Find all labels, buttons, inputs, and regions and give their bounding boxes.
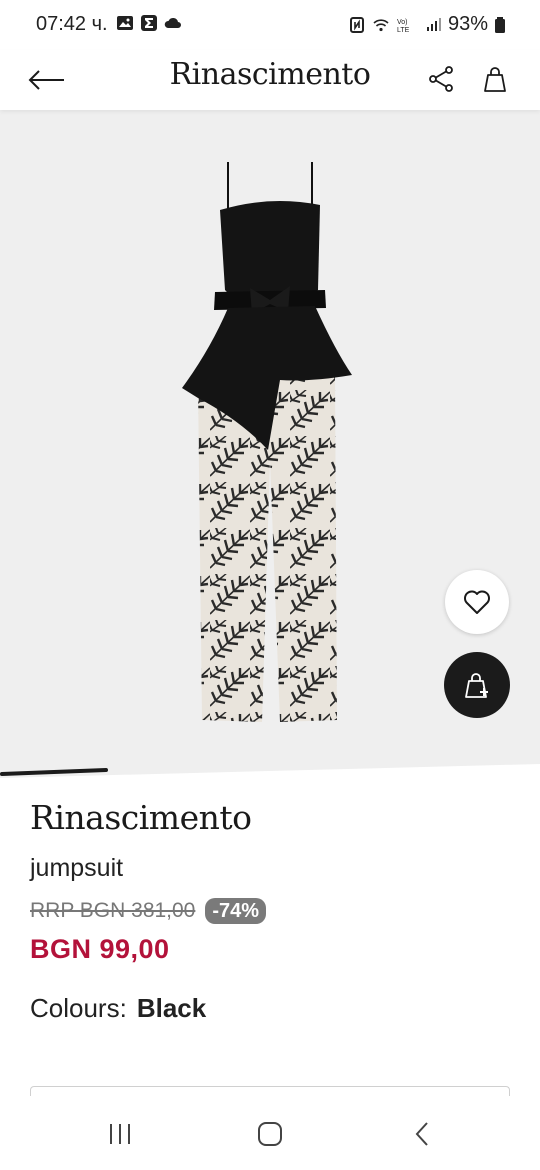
system-nav-bar (0, 1096, 540, 1170)
add-to-bag-icon (465, 673, 488, 698)
sigma-notification-icon (141, 15, 157, 31)
rrp-price: RRP BGN 381,00 (30, 899, 196, 922)
discount-badge: -74% (205, 898, 267, 924)
product-image[interactable] (170, 160, 370, 725)
battery-percent: 93% (447, 13, 488, 35)
home-button[interactable] (248, 1116, 292, 1152)
product-gallery[interactable] (0, 110, 540, 778)
share-icon (429, 66, 453, 92)
gallery-progress-indicator (0, 764, 540, 778)
nfc-icon (349, 16, 364, 33)
recents-icon (110, 1124, 130, 1144)
status-time: 07:42 ч. (36, 13, 108, 35)
gallery-progress-fill (0, 768, 108, 776)
colour-value: Black (136, 993, 207, 1023)
price-row: RRP BGN 381,00 -74% (30, 898, 267, 924)
shopping-bag-button[interactable] (478, 62, 512, 96)
gallery-notification-icon (117, 16, 133, 30)
svg-text:Vo): Vo) (397, 19, 408, 26)
status-left-icons (116, 14, 182, 32)
back-chevron-icon (415, 1122, 428, 1146)
sale-price: BGN 99,00 (30, 934, 170, 964)
page-title: Rinascimento (169, 57, 371, 92)
battery-icon (495, 16, 505, 33)
product-name: jumpsuit (30, 854, 124, 882)
shopping-bag-icon (484, 67, 506, 92)
arrow-left-icon (28, 70, 64, 90)
heart-icon (464, 590, 490, 614)
svg-text:LTE: LTE (397, 27, 410, 34)
status-right-icons: Vo) LTE 93% (348, 13, 506, 36)
back-button[interactable] (24, 62, 70, 98)
colour-label: Colours: (30, 993, 127, 1023)
system-back-button[interactable] (400, 1116, 444, 1152)
share-button[interactable] (424, 62, 458, 96)
app-header: Rinascimento (0, 50, 540, 110)
wishlist-button[interactable] (445, 570, 509, 634)
volte-icon: Vo)LTE (397, 19, 410, 34)
colour-row: Colours: Black (30, 993, 206, 1024)
add-to-bag-button[interactable] (444, 652, 510, 718)
product-brand[interactable]: Rinascimento (30, 798, 252, 837)
wifi-icon (373, 18, 389, 31)
status-bar: 07:42 ч. Vo) LTE 93% (0, 0, 540, 50)
cloud-notification-icon (164, 17, 181, 28)
home-icon (258, 1122, 282, 1146)
recents-button[interactable] (98, 1116, 142, 1152)
signal-icon (426, 17, 441, 31)
